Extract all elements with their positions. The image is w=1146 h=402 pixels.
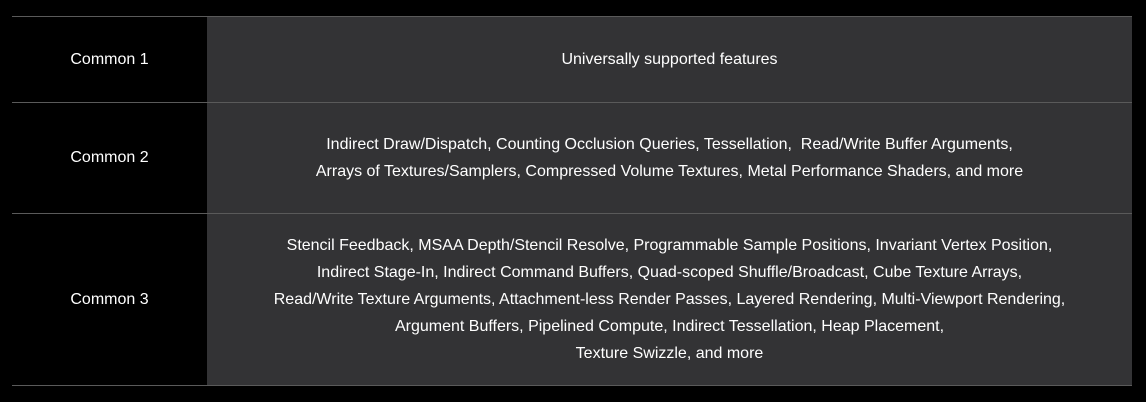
description-line: Indirect Stage-In, Indirect Command Buff… [316,264,1023,281]
description-line: Texture Swizzle, and more [575,345,764,362]
table-row-common-2: Common 2 Indirect Draw/Dispatch, Countin… [12,103,1132,214]
row-label: Common 3 [12,214,207,385]
table-row-common-1: Common 1 Universally supported features [12,17,1132,103]
row-description: Stencil Feedback, MSAA Depth/Stencil Res… [207,214,1132,385]
table-row-common-3: Common 3 Stencil Feedback, MSAA Depth/St… [12,214,1132,386]
description-line: Stencil Feedback, MSAA Depth/Stencil Res… [286,237,1053,254]
description-line: Universally supported features [561,51,778,68]
row-label: Common 1 [12,17,207,102]
description-line: Read/Write Texture Arguments, Attachment… [273,291,1066,308]
row-label-text: Common 2 [70,149,149,166]
description-line: Argument Buffers, Pipelined Compute, Ind… [394,318,945,335]
row-label-text: Common 1 [70,50,149,68]
row-description: Universally supported features [207,17,1132,102]
description-line: Indirect Draw/Dispatch, Counting Occlusi… [326,136,1013,153]
row-label: Common 2 [12,103,207,213]
row-label-text: Common 3 [70,290,149,308]
row-description: Indirect Draw/Dispatch, Counting Occlusi… [207,103,1132,213]
feature-set-table: Common 1 Universally supported features … [12,16,1132,386]
description-line: Arrays of Textures/Samplers, Compressed … [315,163,1024,180]
